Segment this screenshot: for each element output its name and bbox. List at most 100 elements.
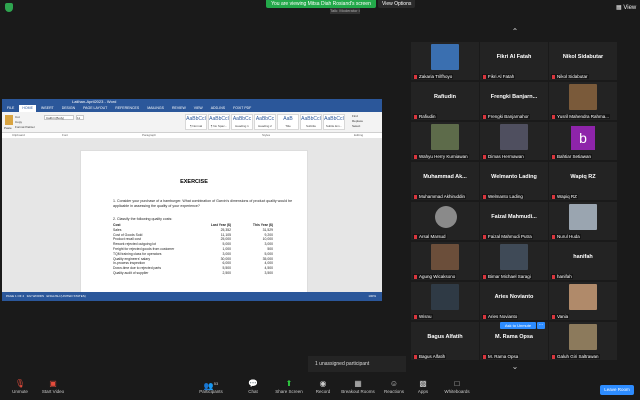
participant-name: Faizal Mahmudi Putra — [488, 234, 532, 239]
chat-button[interactable]: 💬 Chat — [233, 379, 273, 394]
whiteboards-button[interactable]: □ Whiteboards — [437, 379, 477, 394]
participant-tile[interactable]: Nurul Huda — [549, 202, 617, 240]
participant-tile[interactable]: Dimas Hermawan — [480, 122, 548, 160]
participant-tile[interactable]: Muhammad Ak... Muhammad Akhiruddin — [411, 162, 479, 200]
word-tab-page-layout[interactable]: PAGE LAYOUT — [80, 105, 110, 112]
participant-tile[interactable]: Welmanto Lading Welmanto Lading — [480, 162, 548, 200]
participant-tile[interactable]: Yusril Mahendra Rahma... — [549, 82, 617, 120]
word-tab-view[interactable]: VIEW — [191, 105, 206, 112]
participant-tile[interactable]: Rafiudin Rafiudin — [411, 82, 479, 120]
status-zoom[interactable]: 100% — [368, 292, 376, 301]
participant-tile[interactable]: Aries Novianto Aries Novianto — [480, 282, 548, 320]
gallery-down-arrow-icon[interactable]: ⌄ — [502, 362, 528, 372]
mic-muted-icon — [552, 274, 555, 279]
mic-muted-icon — [552, 234, 555, 239]
participants-button[interactable]: 👥53 Participants — [191, 379, 231, 394]
word-tab-add-ins[interactable]: ADD-INS — [208, 105, 228, 112]
more-options-button[interactable]: ... — [537, 322, 545, 329]
style-normal[interactable]: AaBbCcI ¶ Normal — [185, 114, 207, 130]
participant-tile[interactable]: Zakaria Trilfhoyo — [411, 42, 479, 80]
participant-tile[interactable]: Wahyu Herry Kurniawan — [411, 122, 479, 160]
participant-video — [569, 204, 597, 230]
style-heading-1[interactable]: AaBbCc Heading 1 — [231, 114, 253, 130]
font-size-select[interactable]: 11 — [76, 115, 84, 120]
participant-tile[interactable]: Agung Wicaksono — [411, 242, 479, 280]
participant-name: hanifah — [557, 274, 572, 279]
start-video-button[interactable]: ▣ Start Video — [33, 379, 73, 394]
breakout-rooms-button[interactable]: ▦ Breakout Rooms — [338, 379, 378, 394]
participant-tile[interactable]: hanifah hanifah — [549, 242, 617, 280]
ask-to-unmute-button[interactable]: Ask to Unmute — [500, 322, 536, 329]
view-icon[interactable]: ▦ View — [616, 4, 636, 11]
view-options-button[interactable]: View Options — [378, 0, 416, 8]
word-tab-home[interactable]: HOME — [19, 105, 36, 112]
whiteboard-icon: □ — [454, 379, 460, 388]
participant-tile[interactable]: Wapiq RZ Wapiq RZ — [549, 162, 617, 200]
style-heading-2[interactable]: AaBbCc Heading 2 — [254, 114, 276, 130]
participant-tile[interactable]: b Bahtiar Setiawan — [549, 122, 617, 160]
participant-name: Bahtiar Setiawan — [557, 154, 592, 159]
participant-tile[interactable]: Galuh Giri Saltrawan — [549, 322, 617, 360]
word-tab-review[interactable]: REVIEW — [169, 105, 189, 112]
word-tab-references[interactable]: REFERENCES — [112, 105, 142, 112]
style-subtitle[interactable]: AaBbCcI Subtitle — [300, 114, 322, 130]
font-name-select[interactable]: Calibri (Body) — [44, 115, 74, 120]
section-editing: Editing — [354, 133, 364, 137]
clipboard-items: Cut Copy Format Painter — [15, 115, 35, 130]
participant-tile[interactable]: Wisnu — [411, 282, 479, 320]
mic-muted-icon — [483, 274, 486, 279]
paste-icon[interactable] — [5, 115, 13, 125]
select-button[interactable]: Select — [352, 124, 363, 129]
participant-video — [500, 124, 528, 150]
participant-tile[interactable]: Frengki Banjarn... Frengki Banjarnahor — [480, 82, 548, 120]
participant-tile[interactable]: Nikol Sidabutar Nikol Sidabutar — [549, 42, 617, 80]
document-area[interactable]: EXERCISE 1. Consider your purchase of a … — [2, 138, 382, 300]
participant-tile[interactable]: Faizal Mahmudi... Faizal Mahmudi Putra — [480, 202, 548, 240]
word-tab-insert[interactable]: INSERT — [38, 105, 57, 112]
mic-muted-icon — [414, 154, 417, 159]
participant-name: Bagus Alfatih — [419, 354, 446, 359]
style-title[interactable]: AaB Title — [277, 114, 299, 130]
style-subtle-emphasis[interactable]: AaBbCcI Subtle Em... — [323, 114, 345, 130]
participant-name: Bimar Michael Saragi — [488, 274, 531, 279]
mic-muted-icon — [483, 314, 486, 319]
word-tab-mailings[interactable]: MAILINGS — [144, 105, 167, 112]
document-page[interactable]: EXERCISE 1. Consider your purchase of a … — [80, 150, 308, 300]
leave-room-button[interactable]: Leave Room — [600, 385, 634, 395]
mic-muted-icon — [552, 314, 555, 319]
unassigned-participant-notice[interactable]: 1 unassigned participant — [308, 356, 406, 372]
participants-label: Participants — [199, 389, 223, 394]
mic-muted-icon — [552, 354, 555, 359]
participant-name: Galuh Giri Saltrawan — [557, 354, 599, 359]
section-styles: Styles — [262, 133, 271, 137]
word-tab-foxit-pdf[interactable]: FOXIT PDF — [230, 105, 254, 112]
format-painter-button[interactable]: Format Painter — [15, 125, 35, 130]
gallery-up-arrow-icon[interactable]: ⌃ — [502, 27, 528, 37]
participant-tile[interactable]: Arsal Marsud — [411, 202, 479, 240]
participant-name: Rafiudin — [419, 114, 436, 119]
default-avatar-icon — [435, 206, 457, 228]
participant-tile[interactable]: Vania — [549, 282, 617, 320]
participant-center-name: Bagus Alfatih — [427, 334, 463, 340]
participant-name: Yusril Mahendra Rahma... — [557, 114, 610, 119]
participant-center-name: Welmanto Lading — [491, 174, 537, 180]
participant-video — [569, 84, 597, 110]
viewing-banner: You are viewing Mitsa Diah Rosiand's scr… — [266, 0, 376, 8]
participant-center-name: Muhammad Ak... — [423, 174, 467, 180]
participant-name: Agung Wicaksono — [419, 274, 456, 279]
doc-question-1: 1. Consider your purchase of a hamburger… — [113, 199, 293, 208]
word-tab-file[interactable]: FILE — [4, 105, 17, 112]
participant-tile[interactable]: Fikri Al Fatah Fikri Al Fatah — [480, 42, 548, 80]
participant-name: Wisnu — [419, 314, 432, 319]
word-tab-design[interactable]: DESIGN — [59, 105, 78, 112]
participant-center-name: Faizal Mahmudi... — [491, 214, 537, 220]
shield-icon[interactable] — [5, 3, 13, 12]
participant-center-name: Frengki Banjarn... — [490, 94, 538, 100]
record-button[interactable]: ◉ Record — [303, 379, 343, 394]
mic-muted-icon — [552, 74, 555, 79]
video-off-icon: ▣ — [49, 379, 57, 388]
participant-tile[interactable]: Bimar Michael Saragi — [480, 242, 548, 280]
mic-muted-icon — [414, 354, 417, 359]
style-no-spacing[interactable]: AaBbCcI ¶ No Spac... — [208, 114, 230, 130]
participant-tile[interactable]: Bagus Alfatih Bagus Alfatih — [411, 322, 479, 360]
